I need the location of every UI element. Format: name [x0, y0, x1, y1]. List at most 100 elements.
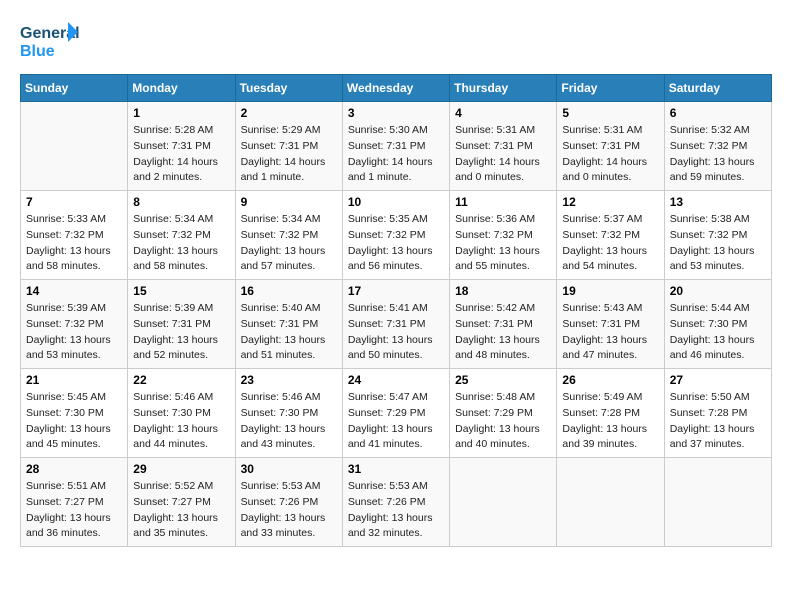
calendar-cell: 24Sunrise: 5:47 AM Sunset: 7:29 PM Dayli… [342, 369, 449, 458]
calendar-cell: 15 Sunrise: 5:39 AM Sunset: 7:31 PM Dayli… [128, 280, 235, 369]
day-info: Sunrise: 5:39 AM Sunset: 7:31 PM Dayligh… [133, 301, 229, 364]
day-number: 20 [670, 284, 766, 298]
day-number: 11 [455, 195, 551, 209]
weekday-header-thursday: Thursday [450, 75, 557, 102]
day-number: 17 [348, 284, 444, 298]
weekday-header-tuesday: Tuesday [235, 75, 342, 102]
day-info: Sunrise: 5:45 AM Sunset: 7:30 PM Dayligh… [26, 390, 122, 453]
calendar-cell: 2 Sunrise: 5:29 AM Sunset: 7:31 PM Daylig… [235, 102, 342, 191]
calendar-cell: 8 Sunrise: 5:34 AM Sunset: 7:32 PM Daylig… [128, 191, 235, 280]
day-number: 18 [455, 284, 551, 298]
day-number: 14 [26, 284, 122, 298]
svg-text:Blue: Blue [20, 43, 55, 60]
day-number: 7 [26, 195, 122, 209]
calendar-week-4: 21Sunrise: 5:45 AM Sunset: 7:30 PM Dayli… [21, 369, 772, 458]
day-number: 15 [133, 284, 229, 298]
day-number: 25 [455, 373, 551, 387]
calendar-cell: 10 Sunrise: 5:35 AM Sunset: 7:32 PM Dayli… [342, 191, 449, 280]
calendar-cell: 17 Sunrise: 5:41 AM Sunset: 7:31 PM Dayli… [342, 280, 449, 369]
calendar-cell: 1 Sunrise: 5:28 AM Sunset: 7:31 PM Daylig… [128, 102, 235, 191]
calendar-cell: 29Sunrise: 5:52 AM Sunset: 7:27 PM Dayli… [128, 458, 235, 547]
day-info: Sunrise: 5:32 AM Sunset: 7:32 PM Dayligh… [670, 123, 766, 186]
day-number: 10 [348, 195, 444, 209]
logo-svg: GeneralBlue [20, 20, 80, 64]
calendar-cell: 28 Sunrise: 5:51 AM Sunset: 7:27 PM Dayli… [21, 458, 128, 547]
day-number: 23 [241, 373, 337, 387]
day-number: 22 [133, 373, 229, 387]
day-info: Sunrise: 5:51 AM Sunset: 7:27 PM Dayligh… [26, 479, 122, 542]
day-info: Sunrise: 5:52 AM Sunset: 7:27 PM Dayligh… [133, 479, 229, 542]
calendar-cell: 30 Sunrise: 5:53 AM Sunset: 7:26 PM Dayli… [235, 458, 342, 547]
page-header: GeneralBlue [20, 20, 772, 64]
weekday-header-wednesday: Wednesday [342, 75, 449, 102]
weekday-header-sunday: Sunday [21, 75, 128, 102]
day-info: Sunrise: 5:41 AM Sunset: 7:31 PM Dayligh… [348, 301, 444, 364]
day-info: Sunrise: 5:34 AM Sunset: 7:32 PM Dayligh… [133, 212, 229, 275]
day-number: 8 [133, 195, 229, 209]
day-number: 27 [670, 373, 766, 387]
day-info: Sunrise: 5:47 AM Sunset: 7:29 PM Dayligh… [348, 390, 444, 453]
calendar-cell: 7 Sunrise: 5:33 AM Sunset: 7:32 PM Daylig… [21, 191, 128, 280]
day-number: 30 [241, 462, 337, 476]
day-number: 3 [348, 106, 444, 120]
calendar-week-5: 28 Sunrise: 5:51 AM Sunset: 7:27 PM Dayli… [21, 458, 772, 547]
calendar-week-1: 1 Sunrise: 5:28 AM Sunset: 7:31 PM Daylig… [21, 102, 772, 191]
day-info: Sunrise: 5:33 AM Sunset: 7:32 PM Dayligh… [26, 212, 122, 275]
day-info: Sunrise: 5:53 AM Sunset: 7:26 PM Dayligh… [241, 479, 337, 542]
calendar-cell: 3 Sunrise: 5:30 AM Sunset: 7:31 PM Daylig… [342, 102, 449, 191]
day-info: Sunrise: 5:31 AM Sunset: 7:31 PM Dayligh… [562, 123, 658, 186]
day-info: Sunrise: 5:35 AM Sunset: 7:32 PM Dayligh… [348, 212, 444, 275]
day-number: 1 [133, 106, 229, 120]
calendar-cell: 27 Sunrise: 5:50 AM Sunset: 7:28 PM Dayli… [664, 369, 771, 458]
calendar-cell: 23 Sunrise: 5:46 AM Sunset: 7:30 PM Dayli… [235, 369, 342, 458]
calendar-cell: 19 Sunrise: 5:43 AM Sunset: 7:31 PM Dayli… [557, 280, 664, 369]
day-info: Sunrise: 5:37 AM Sunset: 7:32 PM Dayligh… [562, 212, 658, 275]
calendar-cell: 21Sunrise: 5:45 AM Sunset: 7:30 PM Dayli… [21, 369, 128, 458]
calendar-cell: 6 Sunrise: 5:32 AM Sunset: 7:32 PM Daylig… [664, 102, 771, 191]
day-info: Sunrise: 5:40 AM Sunset: 7:31 PM Dayligh… [241, 301, 337, 364]
day-info: Sunrise: 5:38 AM Sunset: 7:32 PM Dayligh… [670, 212, 766, 275]
weekday-header-row: SundayMondayTuesdayWednesdayThursdayFrid… [21, 75, 772, 102]
day-number: 19 [562, 284, 658, 298]
calendar-week-3: 14 Sunrise: 5:39 AM Sunset: 7:32 PM Dayli… [21, 280, 772, 369]
calendar-cell: 26 Sunrise: 5:49 AM Sunset: 7:28 PM Dayli… [557, 369, 664, 458]
weekday-header-saturday: Saturday [664, 75, 771, 102]
day-number: 12 [562, 195, 658, 209]
calendar-cell: 31 Sunrise: 5:53 AM Sunset: 7:26 PM Dayli… [342, 458, 449, 547]
calendar-cell: 16 Sunrise: 5:40 AM Sunset: 7:31 PM Dayli… [235, 280, 342, 369]
day-number: 6 [670, 106, 766, 120]
calendar-cell [21, 102, 128, 191]
day-info: Sunrise: 5:39 AM Sunset: 7:32 PM Dayligh… [26, 301, 122, 364]
calendar-cell [450, 458, 557, 547]
calendar-cell: 14 Sunrise: 5:39 AM Sunset: 7:32 PM Dayli… [21, 280, 128, 369]
calendar-table: SundayMondayTuesdayWednesdayThursdayFrid… [20, 74, 772, 547]
calendar-cell [664, 458, 771, 547]
calendar-cell: 20Sunrise: 5:44 AM Sunset: 7:30 PM Dayli… [664, 280, 771, 369]
day-number: 5 [562, 106, 658, 120]
calendar-cell: 25Sunrise: 5:48 AM Sunset: 7:29 PM Dayli… [450, 369, 557, 458]
calendar-cell: 11 Sunrise: 5:36 AM Sunset: 7:32 PM Dayli… [450, 191, 557, 280]
calendar-cell: 22Sunrise: 5:46 AM Sunset: 7:30 PM Dayli… [128, 369, 235, 458]
day-info: Sunrise: 5:53 AM Sunset: 7:26 PM Dayligh… [348, 479, 444, 542]
calendar-cell: 9Sunrise: 5:34 AM Sunset: 7:32 PM Daylig… [235, 191, 342, 280]
day-number: 31 [348, 462, 444, 476]
day-number: 2 [241, 106, 337, 120]
day-number: 28 [26, 462, 122, 476]
day-number: 16 [241, 284, 337, 298]
day-info: Sunrise: 5:42 AM Sunset: 7:31 PM Dayligh… [455, 301, 551, 364]
day-number: 26 [562, 373, 658, 387]
day-info: Sunrise: 5:46 AM Sunset: 7:30 PM Dayligh… [241, 390, 337, 453]
day-info: Sunrise: 5:43 AM Sunset: 7:31 PM Dayligh… [562, 301, 658, 364]
day-info: Sunrise: 5:29 AM Sunset: 7:31 PM Dayligh… [241, 123, 337, 186]
calendar-cell: 18 Sunrise: 5:42 AM Sunset: 7:31 PM Dayli… [450, 280, 557, 369]
day-number: 4 [455, 106, 551, 120]
day-info: Sunrise: 5:50 AM Sunset: 7:28 PM Dayligh… [670, 390, 766, 453]
weekday-header-friday: Friday [557, 75, 664, 102]
day-info: Sunrise: 5:30 AM Sunset: 7:31 PM Dayligh… [348, 123, 444, 186]
day-info: Sunrise: 5:36 AM Sunset: 7:32 PM Dayligh… [455, 212, 551, 275]
calendar-cell: 5 Sunrise: 5:31 AM Sunset: 7:31 PM Daylig… [557, 102, 664, 191]
day-number: 9 [241, 195, 337, 209]
day-info: Sunrise: 5:49 AM Sunset: 7:28 PM Dayligh… [562, 390, 658, 453]
calendar-week-2: 7 Sunrise: 5:33 AM Sunset: 7:32 PM Daylig… [21, 191, 772, 280]
day-info: Sunrise: 5:28 AM Sunset: 7:31 PM Dayligh… [133, 123, 229, 186]
